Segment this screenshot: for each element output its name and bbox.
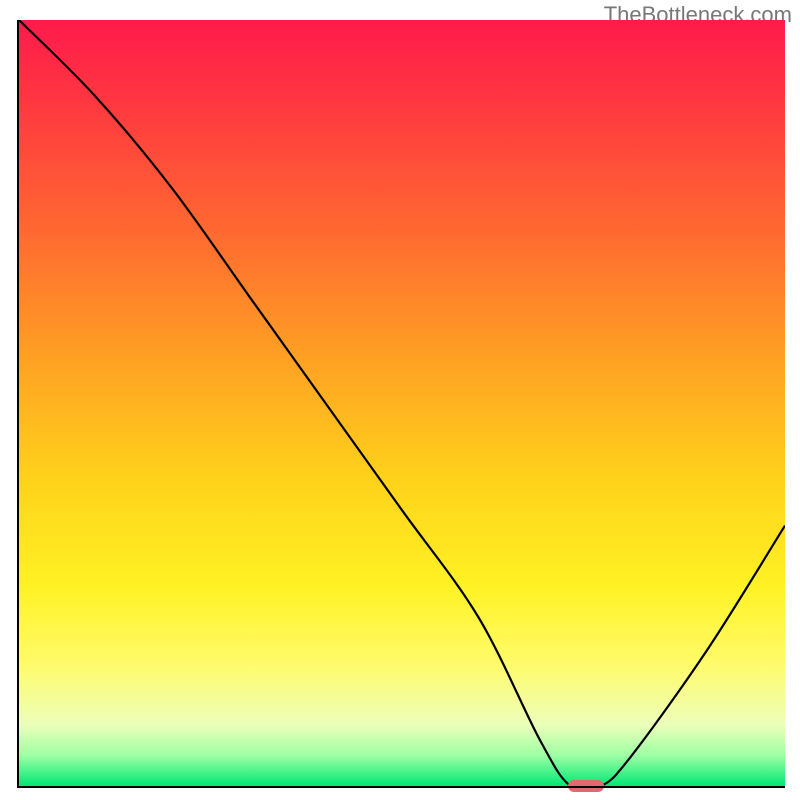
x-axis-line (17, 786, 785, 788)
bottleneck-curve (19, 20, 785, 786)
y-axis-line (17, 20, 19, 788)
chart-plot-area (19, 20, 785, 786)
